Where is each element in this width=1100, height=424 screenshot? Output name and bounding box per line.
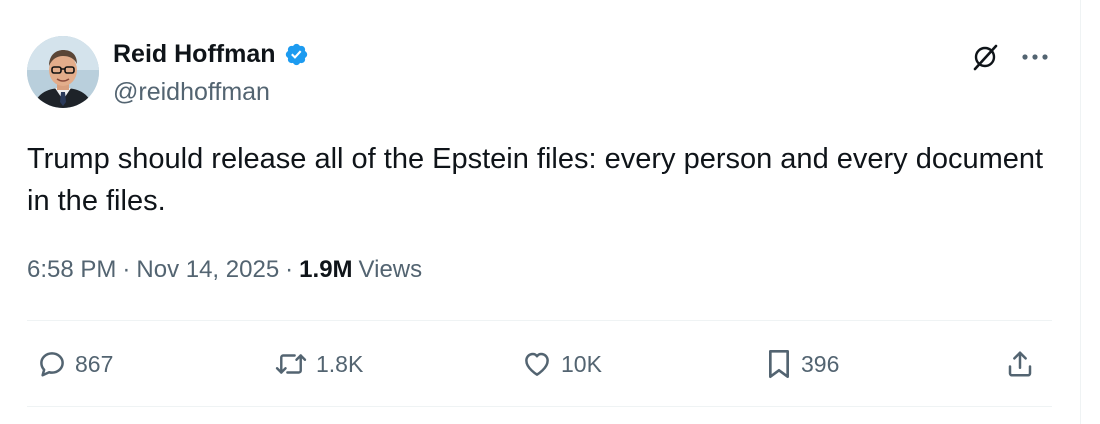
share-button[interactable]: [1005, 348, 1035, 380]
like-count: 10K: [561, 351, 602, 377]
views-label[interactable]: Views: [359, 254, 423, 286]
bookmark-count: 396: [801, 351, 840, 377]
views-count[interactable]: 1.9M: [299, 254, 352, 286]
reply-count: 867: [75, 351, 114, 377]
divider-top: [27, 320, 1052, 321]
bookmark-icon: [768, 350, 789, 378]
repost-icon: [275, 354, 307, 374]
action-bar: 867 1.8K 10K 396: [27, 342, 1052, 390]
meta-separator: ·: [122, 256, 131, 283]
author-name[interactable]: Reid Hoffman: [113, 38, 276, 70]
tweet-date[interactable]: Nov 14, 2025: [136, 254, 279, 286]
avatar-image: [27, 36, 99, 108]
verified-badge-icon[interactable]: [284, 42, 309, 67]
repost-button[interactable]: 1.8K: [274, 348, 363, 380]
tweet-time[interactable]: 6:58 PM: [27, 254, 116, 286]
grok-button[interactable]: [968, 40, 1002, 74]
more-button[interactable]: [1018, 40, 1052, 74]
tweet-text: Trump should release all of the Epstein …: [27, 143, 1044, 217]
bookmark-button[interactable]: 396: [765, 348, 839, 380]
more-icon: [1022, 54, 1048, 60]
divider-bottom: [27, 406, 1052, 407]
column-border: [1080, 0, 1081, 424]
author-name-row[interactable]: Reid Hoffman: [113, 38, 309, 70]
reply-button[interactable]: 867: [37, 348, 113, 380]
author-handle[interactable]: @reidhoffman: [113, 76, 270, 108]
reply-icon: [40, 352, 64, 377]
meta-separator: ·: [285, 256, 294, 283]
like-button[interactable]: 10K: [521, 348, 602, 380]
tweet-detail: Reid Hoffman @reidhoffman Trump should r…: [0, 0, 1100, 424]
avatar[interactable]: [27, 36, 99, 108]
repost-count: 1.8K: [316, 351, 364, 377]
grok-icon: [973, 44, 998, 71]
tweet-meta: 6:58 PM · Nov 14, 2025 · 1.9M Views: [27, 254, 422, 286]
like-icon: [525, 352, 549, 376]
share-icon: [1008, 351, 1032, 377]
